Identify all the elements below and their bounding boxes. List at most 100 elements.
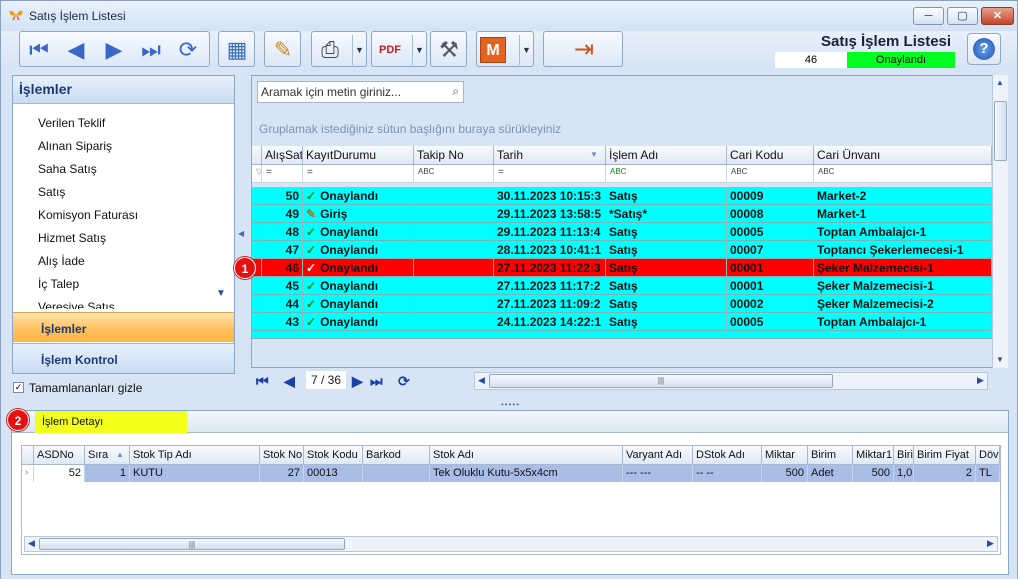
print-dropdown-icon[interactable]: ▼ [352,35,366,65]
filter-cell[interactable]: ABC [606,165,727,183]
grid-horizontal-scrollbar[interactable]: ◀ ||| ▶ [474,372,988,390]
filter-cell[interactable]: = [494,165,606,183]
pager-refresh-icon[interactable]: ⟳ [398,373,410,390]
operation-control-nav-button[interactable]: İşlem Kontrol [13,343,234,373]
splitter-grip[interactable]: ••••• [501,400,520,409]
column-header[interactable]: İşlem Adı [606,146,727,165]
scroll-thumb[interactable] [994,101,1007,161]
detail-cell[interactable]: 27 [260,465,304,482]
table-row[interactable]: 44 ✓ Onaylandı 27.11.2023 11:09:2 Satış 0… [252,295,992,313]
search-icon[interactable]: ⌕ [452,84,459,99]
pdf-button[interactable]: PDF ▼ [371,31,427,67]
partial-table-row[interactable] [252,331,992,339]
detail-column-header[interactable]: DStok Adı [693,446,762,465]
detail-cell[interactable]: 00013 [304,465,363,482]
scroll-right-icon[interactable]: ▶ [977,375,984,386]
nav-item[interactable]: Verilen Teklif [38,116,105,130]
print-button[interactable]: ⎙ ▼ [311,31,367,67]
search-input[interactable]: Aramak için metin giriniz... ⌕ [257,81,464,103]
maximize-button[interactable]: ▢ [947,7,978,25]
detail-cell[interactable]: Tek Oluklu Kutu-5x5x4cm [430,465,623,482]
scroll-left-icon[interactable]: ◀ [28,538,35,549]
next-record-icon[interactable]: ▶ [98,35,130,65]
scroll-up-icon[interactable]: ▲ [996,78,1004,87]
detail-column-header[interactable]: Stok Adı [430,446,623,465]
detail-cell[interactable] [363,465,430,482]
filter-cell[interactable]: ABC [814,165,992,183]
column-header[interactable]: KayıtDurumu [303,146,414,165]
filter-cell[interactable]: = [262,165,303,183]
detail-column-header[interactable]: Miktar1 [853,446,894,465]
m-button[interactable]: M ▼ [476,31,534,67]
refresh-icon[interactable]: ⟳ [172,35,204,65]
pager-previous-icon[interactable]: ◀ [284,373,295,390]
pdf-dropdown-icon[interactable]: ▼ [412,35,426,65]
filter-cell[interactable]: ABC [727,165,814,183]
detail-column-header[interactable]: Varyant Adı [623,446,693,465]
detail-cell[interactable]: 52 [34,465,85,482]
m-dropdown-icon[interactable]: ▼ [519,35,533,65]
pager-first-icon[interactable]: ⏮ [256,373,269,390]
scroll-left-icon[interactable]: ◀ [478,375,485,386]
detail-column-header[interactable]: Biri [894,446,914,465]
nav-item[interactable]: Saha Satış [38,162,97,176]
column-header[interactable]: AlışSatış [262,146,303,165]
detail-column-header[interactable]: Dövi [976,446,1000,465]
nav-item[interactable]: Satış [38,185,65,199]
nav-item[interactable]: Hizmet Satış [38,231,106,245]
tools-button[interactable]: ⚒ [430,31,467,67]
detail-cell[interactable]: 2 [914,465,976,482]
h-scroll-thumb[interactable]: ||| [489,374,833,388]
selected-table-row[interactable]: 46 ✓ Onaylandı 27.11.2023 11:22:3 Satış 0… [252,259,992,277]
exit-button[interactable]: ⇥ [543,31,623,67]
pager-next-icon[interactable]: ▶ [352,373,363,390]
column-header[interactable]: Cari Kodu [727,146,814,165]
nav-item[interactable]: Alınan Sipariş [38,139,112,153]
pager-last-icon[interactable]: ⏭ [370,373,383,390]
column-header[interactable]: Cari Ünvanı [814,146,992,165]
detail-column-header[interactable]: Stok No [260,446,304,465]
hide-completed-checkbox[interactable]: ✓ [13,382,24,393]
grid-vertical-scrollbar[interactable]: ▲ ▼ [992,75,1008,368]
grid-settings-button[interactable]: ▦ [218,31,255,67]
help-button[interactable]: ? [967,33,1001,65]
detail-column-header[interactable]: Birim [808,446,853,465]
detail-column-header[interactable]: Stok Tip Adı [130,446,260,465]
scroll-down-icon[interactable]: ▼ [996,355,1004,364]
operations-nav-button[interactable]: İşlemler [13,312,234,342]
detail-cell[interactable]: --- --- [623,465,693,482]
detail-cell[interactable]: TL [976,465,1000,482]
detail-horizontal-scrollbar[interactable]: ◀ ||| ▶ [24,536,998,552]
table-row[interactable]: 45 ✓ Onaylandı 27.11.2023 11:17:2 Satış 0… [252,277,992,295]
collapse-panel-icon[interactable]: ◀ [238,229,244,238]
table-row[interactable]: 50 ✓ Onaylandı 30.11.2023 10:15:3 Satış 0… [252,187,992,205]
table-row[interactable]: 47 ✓ Onaylandı 28.11.2023 10:41:1 Satış 0… [252,241,992,259]
nav-item[interactable]: Veresiye Satış [38,300,115,309]
detail-column-header[interactable]: Miktar [762,446,808,465]
table-row[interactable]: 49 ✎ Giriş 29.11.2023 13:58:5 *Satış* 000… [252,205,992,223]
detail-cell[interactable]: 1,0 [894,465,914,482]
detail-cell[interactable]: 500 [853,465,894,482]
detail-column-header[interactable]: Barkod [363,446,430,465]
minimize-button[interactable]: ─ [913,7,944,25]
previous-record-icon[interactable]: ◀ [60,35,92,65]
detail-h-scroll-thumb[interactable]: ||| [39,538,345,550]
detail-cell[interactable]: KUTU [130,465,260,482]
edit-button[interactable]: ✎ [264,31,301,67]
nav-item[interactable]: Komisyon Faturası [38,208,138,222]
detail-column-header[interactable]: ASDNo [34,446,85,465]
nav-item[interactable]: İç Talep [38,277,79,291]
tab-operation-detail[interactable]: İşlem Detayı [35,411,187,433]
first-record-icon[interactable]: ⏮ [23,35,55,65]
detail-cell[interactable]: Adet [808,465,853,482]
table-row[interactable]: 48 ✓ Onaylandı 29.11.2023 11:13:4 Satış 0… [252,223,992,241]
detail-column-header[interactable]: Stok Kodu [304,446,363,465]
filter-cell[interactable]: ABC [414,165,494,183]
column-header[interactable]: Takip No [414,146,494,165]
filter-cell[interactable]: = [303,165,414,183]
last-record-icon[interactable]: ⏭ [135,35,167,65]
table-row[interactable]: 43 ✓ Onaylandı 24.11.2023 14:22:1 Satış 0… [252,313,992,331]
detail-cell[interactable]: 500 [762,465,808,482]
scroll-down-icon[interactable]: ▼ [216,288,226,299]
nav-item[interactable]: Alış İade [38,254,85,268]
